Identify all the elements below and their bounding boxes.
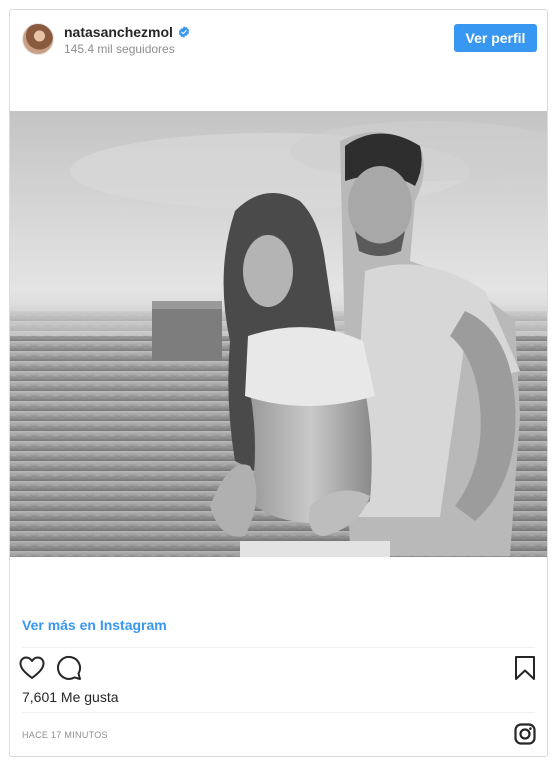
- post-timestamp[interactable]: HACE 17 MINUTOS: [22, 730, 108, 740]
- couple-photo: [10, 111, 547, 557]
- username-row[interactable]: natasanchezmol: [64, 24, 190, 40]
- comment-icon: [57, 655, 82, 680]
- divider: [22, 712, 535, 713]
- like-count[interactable]: 7,601 Me gusta: [22, 689, 119, 705]
- comment-button[interactable]: [55, 654, 83, 682]
- action-bar: [10, 654, 547, 684]
- verified-badge-icon: [178, 26, 190, 38]
- like-button[interactable]: [18, 654, 46, 682]
- instagram-embed-card: natasanchezmol 145.4 mil seguidores Ver …: [9, 9, 548, 757]
- view-profile-button[interactable]: Ver perfil: [454, 24, 537, 52]
- bookmark-icon: [515, 656, 535, 680]
- divider: [22, 647, 535, 648]
- heart-icon: [19, 656, 45, 679]
- view-more-on-instagram-link[interactable]: Ver más en Instagram: [22, 617, 167, 633]
- username[interactable]: natasanchezmol: [64, 24, 173, 40]
- save-button[interactable]: [511, 654, 539, 682]
- instagram-logo-link[interactable]: [514, 723, 536, 745]
- instagram-logo-icon: [514, 723, 536, 745]
- post-image[interactable]: [10, 111, 547, 557]
- follower-count: 145.4 mil seguidores: [64, 42, 175, 56]
- avatar[interactable]: [22, 23, 54, 55]
- post-header: natasanchezmol 145.4 mil seguidores Ver …: [10, 10, 547, 70]
